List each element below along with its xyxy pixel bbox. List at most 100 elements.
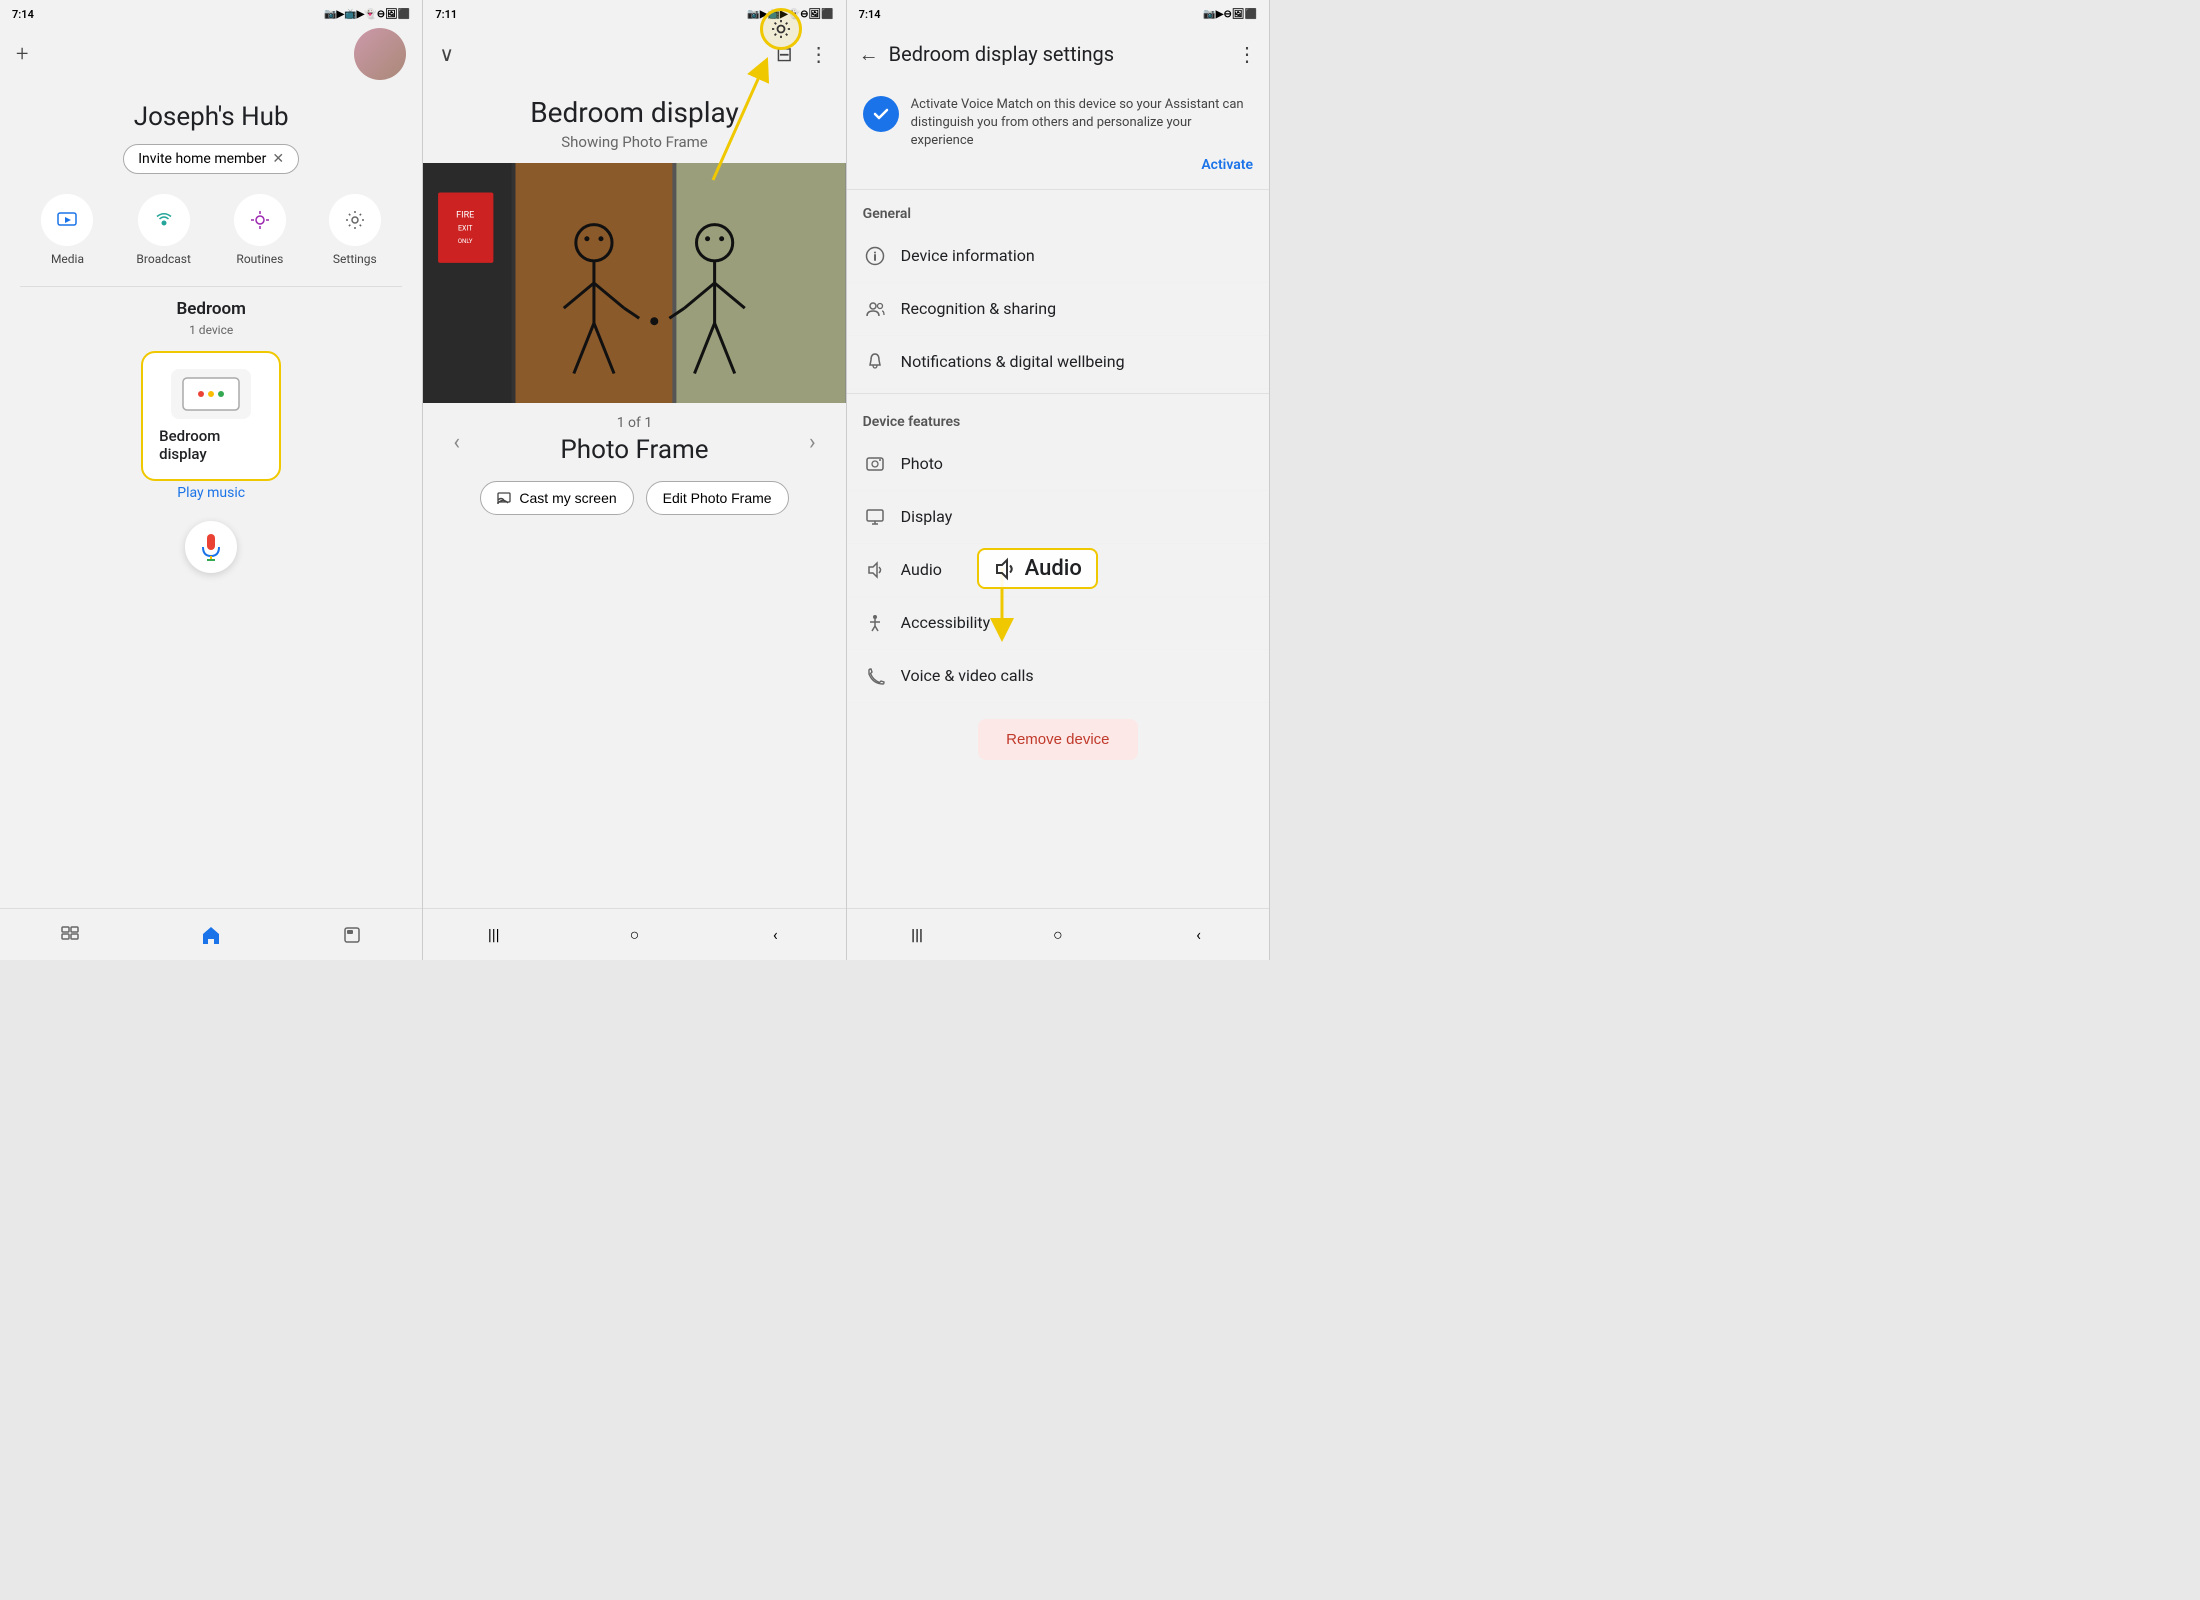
nav-home-p3[interactable]: ○ bbox=[1044, 921, 1072, 949]
routines-label: Routines bbox=[236, 252, 283, 266]
activate-button[interactable]: Activate bbox=[911, 157, 1253, 173]
status-time-p2: 7:11 bbox=[435, 8, 457, 21]
bottom-nav-p1 bbox=[0, 908, 422, 960]
settings-page-title: Bedroom display settings bbox=[889, 42, 1227, 66]
bottom-nav-p2: ||| ○ ‹ bbox=[423, 908, 845, 960]
broadcast-action[interactable]: Broadcast bbox=[136, 194, 191, 266]
settings-icon-circle bbox=[329, 194, 381, 246]
accessibility-icon bbox=[863, 611, 887, 635]
p2-content: Bedroom display Showing Photo Frame FIRE… bbox=[423, 80, 845, 908]
nav-back-p2[interactable]: ‹ bbox=[761, 921, 789, 949]
mic-fab[interactable] bbox=[185, 521, 237, 573]
p1-content: Joseph's Hub Invite home member ✕ Media bbox=[0, 80, 422, 908]
audio-highlight-label: Audio bbox=[1025, 556, 1082, 581]
voice-video-feature-item[interactable]: Voice & video calls bbox=[847, 650, 1269, 703]
media-icon-circle bbox=[41, 194, 93, 246]
add-icon[interactable]: + bbox=[16, 42, 28, 67]
voice-match-icon bbox=[863, 96, 899, 132]
status-icons-p1: 📷▶📺▶👻⊖🖼⬛ bbox=[324, 9, 410, 20]
p2-subtitle: Showing Photo Frame bbox=[423, 133, 845, 151]
audio-highlight-overlay: Audio bbox=[977, 548, 1098, 589]
svg-text:EXIT: EXIT bbox=[458, 224, 473, 233]
hub-title: Joseph's Hub bbox=[20, 102, 402, 132]
notifications-item[interactable]: Notifications & digital wellbeing bbox=[847, 336, 1269, 389]
voice-match-banner: Activate Voice Match on this device so y… bbox=[847, 80, 1269, 190]
broadcast-label: Broadcast bbox=[136, 252, 191, 266]
panel-josephs-hub: 7:14 📷▶📺▶👻⊖🖼⬛ + Joseph's Hub Invite home… bbox=[0, 0, 423, 960]
nav-bar-p2: ∨ ⊟ ⋮ bbox=[423, 28, 845, 80]
audio-icon bbox=[863, 558, 887, 582]
status-icons-p3: 📷▶⊖🖼⬛ bbox=[1203, 9, 1257, 20]
bell-icon bbox=[863, 350, 887, 374]
phone-icon bbox=[863, 664, 887, 688]
routines-action[interactable]: Routines bbox=[234, 194, 286, 266]
nav-tabs-p1[interactable] bbox=[338, 921, 366, 949]
edit-photo-frame-button[interactable]: Edit Photo Frame bbox=[646, 481, 789, 515]
edit-photo-frame-label: Edit Photo Frame bbox=[663, 490, 772, 506]
settings-label: Settings bbox=[333, 252, 377, 266]
media-action[interactable]: Media bbox=[41, 194, 93, 266]
remove-device-button[interactable]: Remove device bbox=[978, 719, 1137, 760]
play-music-link[interactable]: Play music bbox=[20, 485, 402, 501]
avatar[interactable] bbox=[354, 28, 406, 80]
recognition-icon bbox=[863, 297, 887, 321]
info-icon bbox=[863, 244, 887, 268]
bedroom-display-card[interactable]: Bedroom display bbox=[141, 351, 281, 481]
nav-home-p1[interactable] bbox=[197, 921, 225, 949]
back-arrow-icon[interactable]: ← bbox=[859, 42, 879, 67]
device-count: 1 device bbox=[20, 323, 402, 337]
photo-frame-name: Photo Frame bbox=[560, 435, 708, 465]
display-feature-item[interactable]: Display bbox=[847, 491, 1269, 544]
cast-screen-button[interactable]: Cast my screen bbox=[480, 481, 633, 515]
nav-recent-p2[interactable]: ||| bbox=[480, 921, 508, 949]
display-label: Display bbox=[901, 507, 1253, 526]
svg-text:FIRE: FIRE bbox=[456, 211, 474, 221]
nav-recent-p1[interactable] bbox=[56, 921, 84, 949]
status-time-p3: 7:14 bbox=[859, 8, 881, 21]
chevron-down-icon[interactable]: ∨ bbox=[439, 42, 454, 66]
quick-actions-row: Media Broadcast bbox=[20, 194, 402, 266]
panel-bedroom-display: 7:11 📷▶📺▶👻⊖🖼⬛ ∨ ⊟ ⋮ Bedroom display Show… bbox=[423, 0, 846, 960]
settings-action[interactable]: Settings bbox=[329, 194, 381, 266]
invite-label: Invite home member bbox=[138, 151, 266, 167]
accessibility-feature-item[interactable]: Accessibility bbox=[847, 597, 1269, 650]
recognition-sharing-item[interactable]: Recognition & sharing bbox=[847, 283, 1269, 336]
general-section-header: General bbox=[847, 190, 1269, 230]
photo-feature-item[interactable]: Photo bbox=[847, 438, 1269, 491]
more-vert-icon-p3[interactable]: ⋮ bbox=[1237, 42, 1257, 66]
bottom-nav-p3: ||| ○ ‹ bbox=[847, 908, 1269, 960]
close-icon[interactable]: ✕ bbox=[272, 151, 284, 167]
settings-header: ← Bedroom display settings ⋮ bbox=[847, 28, 1269, 80]
p2-device-title: Bedroom display bbox=[423, 96, 845, 129]
accessibility-label: Accessibility bbox=[901, 613, 1253, 632]
device-icon bbox=[171, 369, 251, 419]
nav-back-p3[interactable]: ‹ bbox=[1185, 921, 1213, 949]
prev-arrow[interactable]: ‹ bbox=[453, 430, 460, 455]
svg-text:ONLY: ONLY bbox=[458, 238, 473, 245]
more-vert-icon[interactable]: ⋮ bbox=[809, 42, 830, 66]
panel-settings: 7:14 📷▶⊖🖼⬛ ← Bedroom display settings ⋮ … bbox=[847, 0, 1270, 960]
broadcast-icon-circle bbox=[138, 194, 190, 246]
photo-icon bbox=[863, 452, 887, 476]
next-arrow[interactable]: › bbox=[809, 430, 816, 455]
media-label: Media bbox=[51, 252, 84, 266]
invite-home-member-button[interactable]: Invite home member ✕ bbox=[123, 144, 299, 174]
nav-bar-p1: + bbox=[0, 28, 422, 80]
p3-content: Activate Voice Match on this device so y… bbox=[847, 80, 1269, 908]
cast-screen-label: Cast my screen bbox=[519, 490, 616, 506]
device-information-item[interactable]: Device information bbox=[847, 230, 1269, 283]
status-bar-p3: 7:14 📷▶⊖🖼⬛ bbox=[847, 0, 1269, 28]
device-info-label: Device information bbox=[901, 246, 1253, 265]
nav-recent-p3[interactable]: ||| bbox=[903, 921, 931, 949]
recognition-label: Recognition & sharing bbox=[901, 299, 1253, 318]
photo-frame-image: FIRE EXIT ONLY bbox=[423, 163, 845, 403]
notifications-label: Notifications & digital wellbeing bbox=[901, 352, 1253, 371]
voice-video-label: Voice & video calls bbox=[901, 666, 1253, 685]
nav-home-p2[interactable]: ○ bbox=[620, 921, 648, 949]
divider-1 bbox=[20, 286, 402, 287]
status-bar-p1: 7:14 📷▶📺▶👻⊖🖼⬛ bbox=[0, 0, 422, 28]
p2-bottom-buttons: Cast my screen Edit Photo Frame bbox=[423, 481, 845, 535]
photo-label: Photo bbox=[901, 454, 1253, 473]
settings-gear-highlighted[interactable] bbox=[760, 8, 802, 50]
bedroom-section-title: Bedroom bbox=[20, 299, 402, 319]
